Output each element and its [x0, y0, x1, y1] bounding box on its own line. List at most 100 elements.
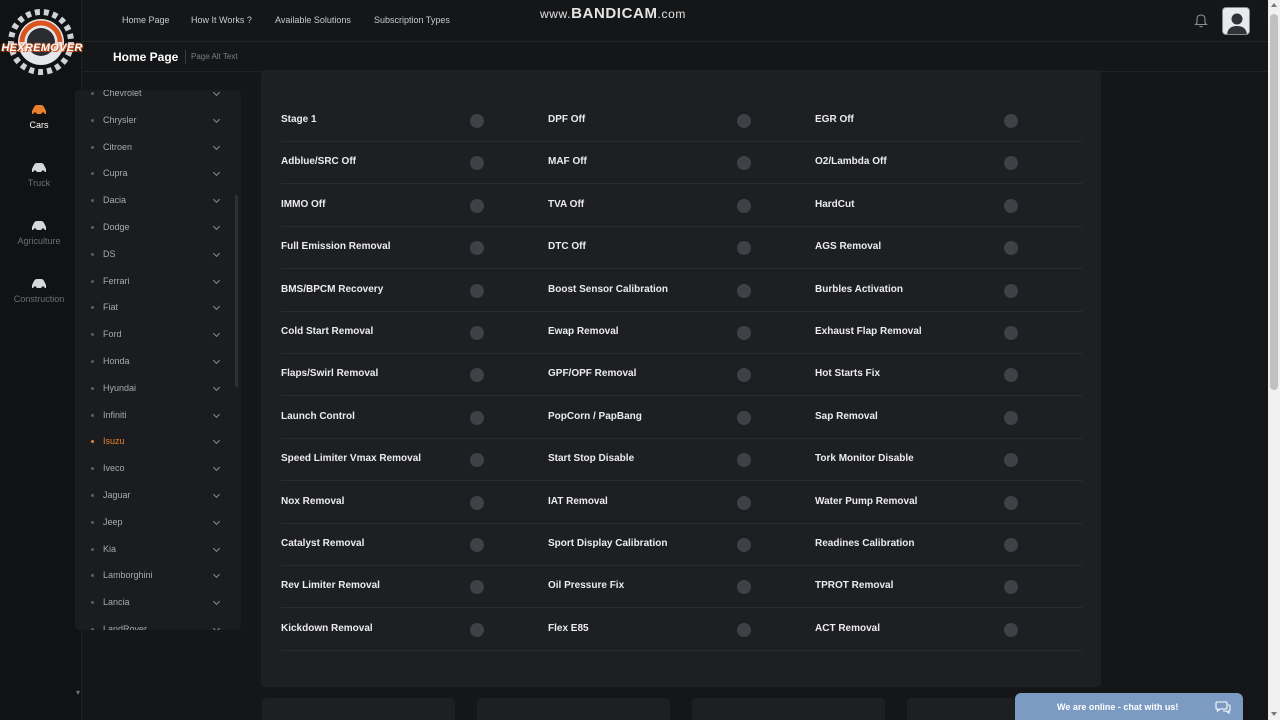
option-toggle[interactable] — [737, 281, 767, 300]
option-toggle[interactable] — [470, 366, 500, 385]
rail-item-truck[interactable]: Truck — [0, 162, 78, 188]
option-toggle[interactable] — [1004, 493, 1034, 512]
option-toggle[interactable] — [737, 112, 767, 130]
option-toggle[interactable] — [1004, 578, 1034, 597]
option-toggle[interactable] — [1004, 324, 1034, 342]
brand-item-lancia[interactable]: Lancia — [75, 590, 235, 616]
option-toggle[interactable] — [737, 366, 767, 385]
scroll-up-arrow-icon[interactable] — [1271, 3, 1277, 7]
option-toggle[interactable] — [470, 196, 500, 215]
chevron-down-icon[interactable] — [212, 303, 221, 311]
option-toggle[interactable] — [1004, 239, 1034, 258]
option-toggle[interactable] — [470, 154, 500, 173]
option-toggle[interactable] — [470, 281, 500, 300]
brand-item-ds[interactable]: DS — [75, 242, 235, 268]
brand-item-honda[interactable]: Honda — [75, 349, 235, 375]
rail-item-agriculture[interactable]: Agriculture — [0, 220, 78, 246]
chevron-down-icon[interactable] — [212, 598, 221, 606]
chevron-down-icon[interactable] — [212, 90, 221, 97]
chevron-down-icon[interactable] — [212, 544, 221, 552]
chevron-down-icon[interactable] — [212, 169, 221, 177]
chevron-down-icon[interactable] — [212, 142, 221, 150]
chat-widget[interactable]: We are online - chat with us! — [1015, 693, 1243, 720]
brand-list-scrollbar[interactable] — [235, 195, 238, 387]
brand-item-dacia[interactable]: Dacia — [75, 188, 235, 214]
option-toggle[interactable] — [1004, 536, 1034, 554]
brand-item-infiniti[interactable]: Infiniti — [75, 403, 235, 429]
chevron-down-icon[interactable] — [212, 464, 221, 472]
option-toggle[interactable] — [737, 620, 767, 639]
page-scrollbar[interactable] — [1268, 0, 1280, 720]
rail-collapse-dot[interactable]: ▾ — [76, 688, 80, 697]
option-toggle[interactable] — [737, 324, 767, 342]
chevron-down-icon[interactable] — [212, 383, 221, 391]
option-toggle[interactable] — [737, 451, 767, 470]
brand-item-ferrari[interactable]: Ferrari — [75, 269, 235, 295]
option-toggle[interactable] — [737, 536, 767, 554]
brand-item-citroen[interactable]: Citroen — [75, 135, 235, 161]
chevron-down-icon[interactable] — [212, 624, 221, 630]
option-toggle[interactable] — [1004, 112, 1034, 130]
option-toggle[interactable] — [737, 239, 767, 258]
option-toggle[interactable] — [737, 578, 767, 597]
brand-item-cupra[interactable]: Cupra — [75, 161, 235, 187]
option-toggle[interactable] — [737, 493, 767, 512]
brand-item-kia[interactable]: Kia — [75, 537, 235, 563]
user-avatar[interactable] — [1222, 7, 1250, 35]
brand-item-ford[interactable]: Ford — [75, 322, 235, 348]
chevron-down-icon[interactable] — [212, 196, 221, 204]
chevron-down-icon[interactable] — [212, 490, 221, 499]
brand-item-dodge[interactable]: Dodge — [75, 215, 235, 241]
option-toggle[interactable] — [737, 154, 767, 173]
brand-item-lamborghini[interactable]: Lamborghini — [75, 563, 235, 589]
chevron-down-icon[interactable] — [212, 571, 221, 579]
option-toggle[interactable] — [470, 536, 500, 554]
hexremover-logo[interactable]: HEXREMOVER — [0, 4, 82, 76]
brand-item-hyundai[interactable]: Hyundai — [75, 376, 235, 402]
rail-item-construction[interactable]: Construction — [0, 278, 78, 304]
scroll-down-arrow-icon[interactable] — [1271, 712, 1277, 716]
option-toggle[interactable] — [470, 239, 500, 258]
brand-item-fiat[interactable]: Fiat — [75, 295, 235, 321]
option-toggle[interactable] — [1004, 281, 1034, 300]
option-toggle[interactable] — [1004, 620, 1034, 639]
option-toggle[interactable] — [470, 324, 500, 342]
option-toggle[interactable] — [1004, 196, 1034, 215]
option-toggle[interactable] — [1004, 408, 1034, 427]
chevron-down-icon[interactable] — [212, 517, 221, 525]
option-toggle[interactable] — [1004, 154, 1034, 173]
option-toggle[interactable] — [1004, 366, 1034, 385]
option-toggle[interactable] — [737, 196, 767, 215]
chevron-down-icon[interactable] — [212, 249, 221, 257]
notification-bell-icon[interactable] — [1194, 13, 1208, 33]
option-toggle[interactable] — [737, 408, 767, 427]
brand-item-isuzu[interactable]: Isuzu — [75, 429, 235, 455]
chevron-down-icon[interactable] — [212, 222, 221, 231]
chevron-down-icon[interactable] — [212, 410, 221, 418]
scrollbar-thumb[interactable] — [1270, 14, 1278, 390]
option-toggle[interactable] — [470, 620, 500, 639]
brand-item-jaguar[interactable]: Jaguar — [75, 483, 235, 509]
chevron-down-icon[interactable] — [212, 356, 221, 365]
chevron-down-icon[interactable] — [212, 437, 221, 445]
chevron-down-icon[interactable] — [212, 276, 221, 284]
option-toggle[interactable] — [470, 112, 500, 130]
brand-item-chrysler[interactable]: Chrysler — [75, 108, 235, 134]
nav-link-how-it-works[interactable]: How It Works ? — [191, 15, 252, 25]
nav-link-solutions[interactable]: Available Solutions — [275, 15, 351, 25]
option-toggle[interactable] — [470, 493, 500, 512]
option-toggle[interactable] — [470, 408, 500, 427]
brand-item-jeep[interactable]: Jeep — [75, 510, 235, 536]
brand-item-iveco[interactable]: Iveco — [75, 456, 235, 482]
option-toggle[interactable] — [1004, 451, 1034, 470]
rail-item-cars[interactable]: Cars — [0, 104, 78, 130]
chevron-down-icon[interactable] — [212, 115, 221, 123]
nav-link-subscriptions[interactable]: Subscription Types — [374, 15, 450, 25]
brand-item-landrover[interactable]: LandRover — [75, 617, 235, 630]
toggle-knob — [737, 114, 751, 128]
chevron-down-icon[interactable] — [212, 330, 221, 338]
option-toggle[interactable] — [470, 451, 500, 470]
brand-item-chevrolet[interactable]: Chevrolet — [75, 90, 235, 107]
nav-link-home[interactable]: Home Page — [122, 15, 170, 25]
option-toggle[interactable] — [470, 578, 500, 597]
